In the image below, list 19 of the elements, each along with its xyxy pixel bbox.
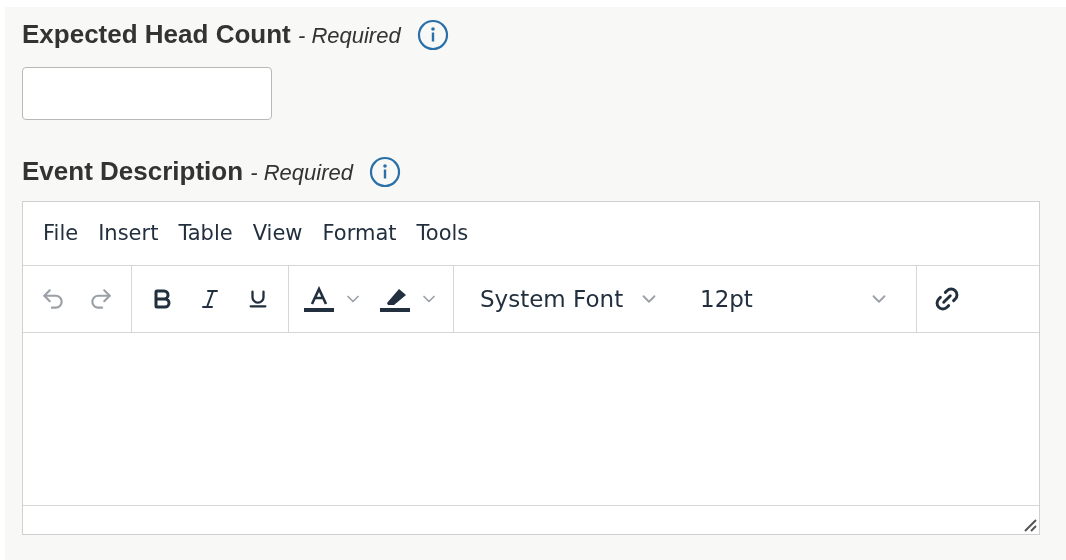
menu-item[interactable]: Insert	[88, 217, 169, 250]
text-color-icon	[303, 286, 335, 312]
font-size-select[interactable]: 12pt	[680, 279, 910, 319]
head-count-field[interactable]	[22, 67, 272, 120]
field-label: Expected Head Count - Required	[22, 18, 401, 51]
menu-item[interactable]: Tools	[406, 217, 479, 250]
info-icon[interactable]	[369, 155, 401, 188]
highlighter-icon	[379, 286, 411, 312]
menu-item[interactable]: File	[33, 217, 89, 250]
undo-icon	[40, 286, 66, 312]
menu-item[interactable]: View	[242, 217, 313, 250]
font-family-select[interactable]: System Font	[460, 279, 680, 319]
redo-icon	[88, 286, 114, 312]
resize-handle-icon[interactable]	[1023, 518, 1037, 532]
info-icon[interactable]	[416, 18, 449, 51]
menu-item[interactable]: Format	[312, 217, 407, 250]
field-label: Event Description - Required	[22, 155, 353, 188]
underline-icon	[247, 288, 269, 310]
menu-item[interactable]: Table	[168, 217, 243, 250]
